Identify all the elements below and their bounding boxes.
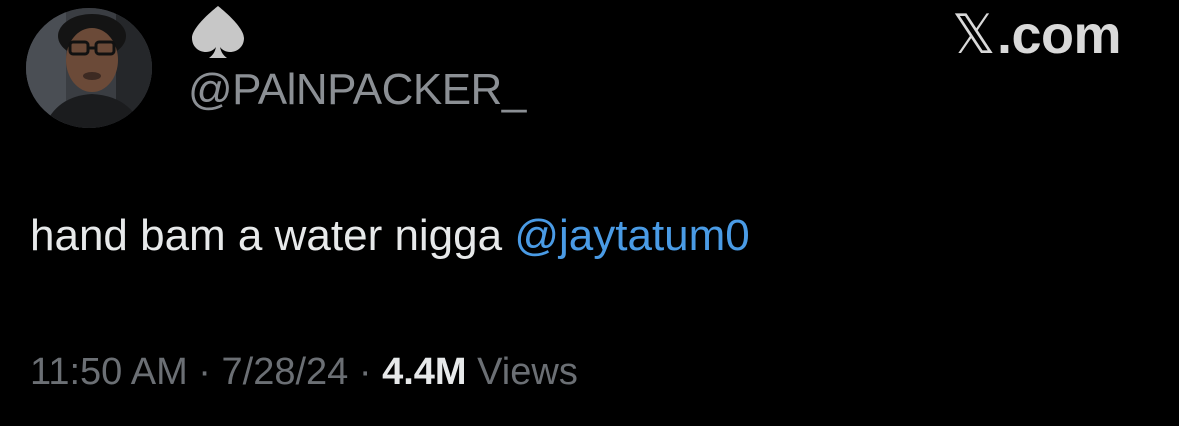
tweet-card: @PAlNPACKER_ 𝕏.com hand bam a water nigg… [0, 0, 1179, 426]
user-handle[interactable]: @PAlNPACKER_ [188, 64, 526, 116]
tweet-text: hand bam a water nigga @jaytatum0 [30, 207, 750, 265]
mention-link[interactable]: @jaytatum0 [514, 211, 749, 260]
tweet-time[interactable]: 11:50 AM [30, 351, 188, 393]
tweet-meta: 11:50 AM · 7/28/24 · 4.4M Views [30, 346, 578, 398]
x-logo-icon: 𝕏 [951, 3, 996, 66]
tweet-body: hand bam a water nigga [30, 211, 503, 260]
views-count[interactable]: 4.4M [382, 351, 466, 393]
spade-icon [192, 6, 244, 58]
display-name[interactable] [188, 4, 248, 60]
avatar[interactable] [26, 8, 152, 128]
brand-logo: 𝕏.com [951, 3, 1122, 66]
views-label: Views [477, 351, 578, 393]
tweet-date[interactable]: 7/28/24 [222, 351, 349, 393]
brand-domain: .com [996, 5, 1122, 65]
meta-separator: · [198, 351, 211, 393]
meta-separator: · [358, 351, 372, 393]
profile-avatar [26, 8, 152, 128]
